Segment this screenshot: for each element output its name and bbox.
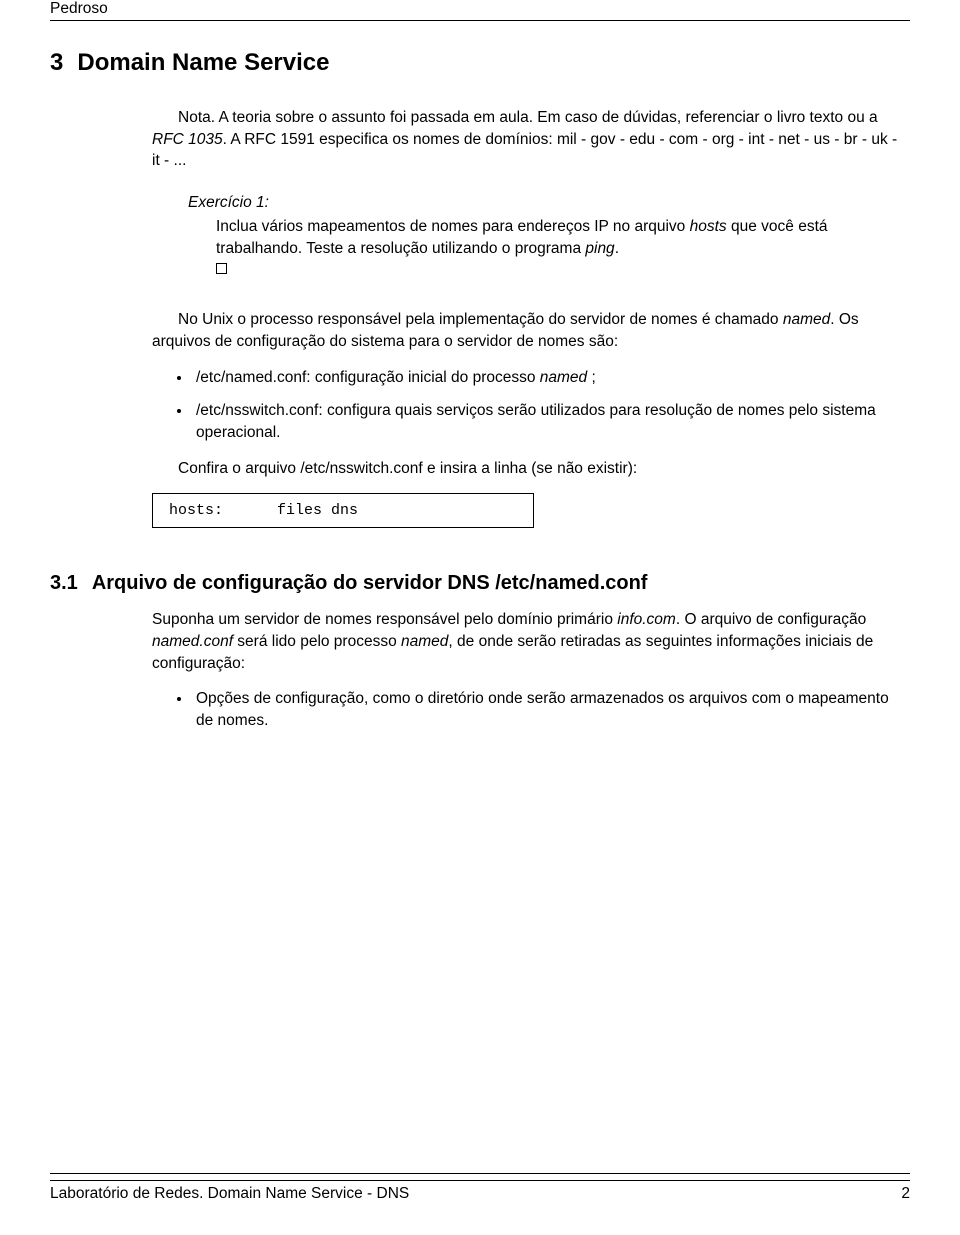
section-number: 3 [50, 49, 63, 76]
exercise-1: Exercício 1: Inclua vários mapeamentos d… [188, 194, 883, 281]
section-title-text: Domain Name Service [77, 49, 329, 76]
list-item: /etc/named.conf: configuração inicial do… [192, 367, 905, 389]
section-3-1-body: Suponha um servidor de nomes responsável… [152, 609, 905, 731]
exercise-body: Inclua vários mapeamentos de nomes para … [216, 216, 883, 281]
note-paragraph: Nota. A teoria sobre o assunto foi passa… [152, 107, 905, 172]
code-block-hosts: hosts: files dns [152, 493, 534, 528]
list-item: Opções de configuração, como o diretório… [192, 688, 905, 731]
footer-page-number: 2 [901, 1185, 910, 1203]
footer-left: Laboratório de Redes. Domain Name Servic… [50, 1185, 409, 1203]
nsswitch-paragraph: Confira o arquivo /etc/nsswitch.conf e i… [152, 458, 905, 480]
named-conf-paragraph: Suponha um servidor de nomes responsável… [152, 609, 905, 674]
section-3-1-heading: 3.1 Arquivo de configuração do servidor D… [50, 572, 910, 595]
options-list: Opções de configuração, como o diretório… [192, 688, 905, 731]
config-files-list: /etc/named.conf: configuração inicial do… [192, 367, 905, 444]
unix-named-paragraph: No Unix o processo responsável pela impl… [152, 309, 905, 352]
section-3-body: Nota. A teoria sobre o assunto foi passa… [152, 107, 905, 528]
exercise-title: Exercício 1: [188, 194, 883, 212]
list-item: /etc/nsswitch.conf: configura quais serv… [192, 400, 905, 443]
page-footer: Laboratório de Redes. Domain Name Servic… [50, 1180, 910, 1203]
checkbox-icon [216, 263, 227, 274]
section-3-heading: 3 Domain Name Service [50, 49, 910, 77]
subsection-title-text: Arquivo de configuração do servidor DNS … [92, 572, 648, 594]
subsection-number: 3.1 [50, 572, 78, 594]
page-header: Pedroso [50, 0, 910, 21]
header-author: Pedroso [50, 0, 108, 17]
